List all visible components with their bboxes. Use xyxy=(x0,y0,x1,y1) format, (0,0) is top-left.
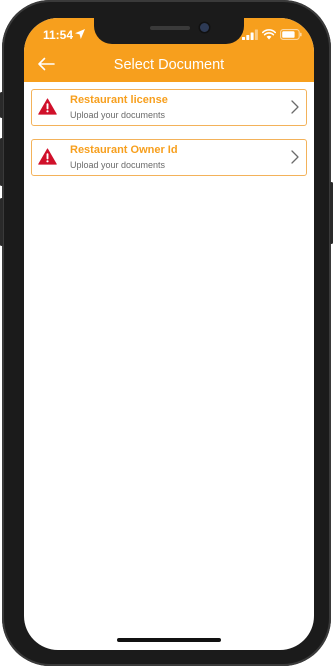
status-indicators xyxy=(242,29,302,40)
mute-switch xyxy=(0,92,3,118)
chevron-right-icon xyxy=(291,150,299,164)
warning-icon xyxy=(38,98,57,115)
document-subtitle: Upload your documents xyxy=(70,110,166,120)
document-item-restaurant-license[interactable]: Restaurant license Upload your documents xyxy=(31,89,307,126)
power-button xyxy=(330,182,333,244)
document-name: Restaurant license xyxy=(70,94,168,106)
warning-icon xyxy=(38,148,57,165)
wifi-icon xyxy=(262,29,276,40)
phone-notch xyxy=(94,18,244,44)
status-time: 11:54 xyxy=(43,28,74,42)
volume-down-button xyxy=(0,198,3,246)
location-arrow-icon xyxy=(75,29,85,39)
document-item-restaurant-owner-id[interactable]: Restaurant Owner Id Upload your document… xyxy=(31,139,307,176)
speaker-grille xyxy=(150,26,190,30)
volume-up-button xyxy=(0,138,3,186)
phone-frame: 11:54 Select Document Restaurant license… xyxy=(0,0,333,666)
page-title: Select Document xyxy=(113,57,225,73)
battery-icon xyxy=(280,29,302,40)
app-header: 11:54 Select Document xyxy=(24,18,314,82)
app-screen: 11:54 Select Document Restaurant license… xyxy=(24,18,314,650)
front-camera xyxy=(200,23,209,32)
home-indicator[interactable] xyxy=(117,638,221,642)
chevron-right-icon xyxy=(291,100,299,114)
document-name: Restaurant Owner Id xyxy=(70,144,178,156)
cellular-signal-icon xyxy=(242,29,258,40)
document-subtitle: Upload your documents xyxy=(70,160,166,170)
